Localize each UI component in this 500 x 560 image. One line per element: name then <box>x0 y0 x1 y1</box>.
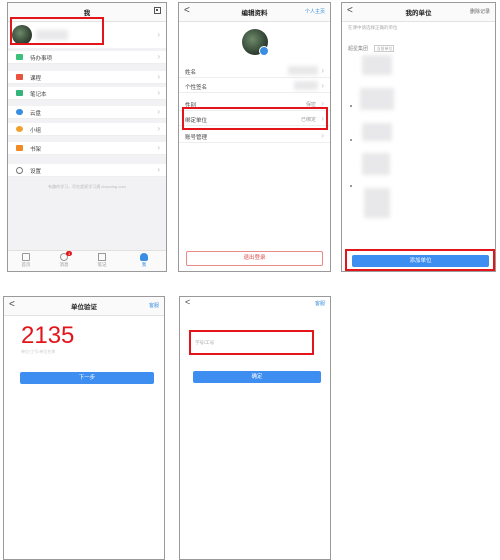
chevron-right-icon: › <box>321 131 324 140</box>
back-arrow-icon[interactable]: < <box>185 297 190 307</box>
delete-records-link[interactable]: 删除记录 <box>470 8 490 15</box>
group-icon <box>16 126 23 132</box>
footer-slogan: 有趣的学习，尽在超星学习通 chaoxing.com <box>48 184 126 189</box>
chevron-right-icon: › <box>157 165 160 174</box>
id-header: < 客服 <box>180 297 330 309</box>
current-unit-badge: 当前单位 <box>374 45 395 52</box>
unit-code-input[interactable]: 2135 单位/工号/单位名称 <box>21 322 151 355</box>
me-title: 我 <box>83 10 91 17</box>
unit-list-blurred-3 <box>362 123 392 141</box>
current-unit-row[interactable]: 超星集团 当前单位 <box>348 37 395 55</box>
home-icon <box>22 253 30 261</box>
field-label: 个性签名 <box>185 85 208 91</box>
signature-value-blurred <box>294 81 318 90</box>
chevron-right-icon: › <box>157 72 160 81</box>
qr-code-icon[interactable] <box>154 7 161 14</box>
logout-button[interactable]: 退出登录 <box>186 251 323 266</box>
unit-list-blurred-5 <box>364 188 390 218</box>
personal-homepage-link[interactable]: 个人主页 <box>305 8 325 15</box>
tab-label: 首页 <box>21 262 31 267</box>
customer-service-link[interactable]: 客服 <box>149 302 159 309</box>
pencil-icon <box>98 253 106 261</box>
tab-home[interactable]: 首页 <box>16 253 36 268</box>
unit-code-placeholder: 单位/工号/单位名称 <box>21 349 56 354</box>
unit-code-value: 2135 <box>21 322 75 349</box>
units-hint: 在课中请选择正确的单位 <box>348 25 398 30</box>
screen-my-units: < 我的单位 删除记录 在课中请选择正确的单位 超星集团 当前单位 添加单位 <box>341 2 496 272</box>
menu-item-course[interactable]: 课程 › <box>8 71 166 84</box>
menu-label: 小组 <box>30 128 42 134</box>
field-signature[interactable]: 个性签名 › <box>179 80 330 93</box>
chevron-right-icon: › <box>321 66 324 75</box>
tab-messages[interactable]: 消息 1 <box>54 251 74 268</box>
chevron-right-icon: › <box>157 143 160 152</box>
verify-header: < 单位验证 客服 <box>4 297 164 316</box>
unit-list-bullet <box>350 105 352 107</box>
cloud-icon <box>16 109 23 115</box>
menu-item-cloud[interactable]: 云盘 › <box>8 106 166 119</box>
screen-edit-profile: < 编辑资料 个人主页 姓名 › 个性签名 › 性别 保密 › 绑定单位 已绑定… <box>178 2 331 272</box>
screen-me: 我 › 待办事项 › 课程 › 笔记本 › 云盘 › 小组 › 书架 › 设置 … <box>7 2 167 272</box>
student-id-input[interactable]: 学号/工号 <box>189 330 314 355</box>
menu-label: 课程 <box>30 76 42 82</box>
screen-unit-verify: < 单位验证 客服 2135 单位/工号/单位名称 下一步 <box>3 296 165 560</box>
unit-list-bullet <box>350 139 352 141</box>
edit-header: < 编辑资料 个人主页 <box>179 3 330 22</box>
screen-enter-id: < 客服 学号/工号 确定 <box>179 296 331 560</box>
unit-list-bullet <box>350 185 352 187</box>
menu-item-todo[interactable]: 待办事项 › <box>8 51 166 64</box>
unit-list-blurred-1 <box>362 55 392 75</box>
person-icon <box>140 253 148 261</box>
confirm-button[interactable]: 确定 <box>193 371 321 383</box>
camera-icon <box>259 46 269 56</box>
todo-icon <box>16 54 23 60</box>
highlight-profile <box>10 17 104 45</box>
chevron-right-icon: › <box>157 124 160 133</box>
verify-title: 单位验证 <box>71 304 97 311</box>
unit-name: 超星集团 <box>348 46 369 52</box>
highlight-bind-unit <box>182 107 328 130</box>
chevron-right-icon: › <box>157 88 160 97</box>
course-icon <box>16 74 23 80</box>
menu-label: 书架 <box>30 147 42 153</box>
unit-list-blurred-4 <box>362 153 390 175</box>
next-button[interactable]: 下一步 <box>20 372 154 384</box>
tab-label: 笔记 <box>97 262 107 267</box>
menu-item-bookshelf[interactable]: 书架 › <box>8 142 166 155</box>
bookshelf-icon <box>16 145 23 151</box>
menu-label: 笔记本 <box>30 92 47 98</box>
field-label: 姓名 <box>185 70 197 76</box>
tab-label: 我 <box>141 262 147 267</box>
menu-item-settings[interactable]: 设置 › <box>8 164 166 177</box>
profile-avatar[interactable] <box>242 29 269 56</box>
name-value-blurred <box>288 66 318 75</box>
menu-label: 待办事项 <box>30 56 53 62</box>
chevron-right-icon: › <box>157 30 160 39</box>
field-label: 账号管理 <box>185 135 208 141</box>
menu-label: 设置 <box>30 169 42 175</box>
field-account[interactable]: 账号管理 › <box>179 130 330 143</box>
highlight-add-unit <box>345 249 495 271</box>
student-id-placeholder: 学号/工号 <box>195 340 215 345</box>
menu-item-notebook[interactable]: 笔记本 › <box>8 87 166 100</box>
chevron-right-icon: › <box>157 107 160 116</box>
chevron-right-icon: › <box>321 81 324 90</box>
field-name[interactable]: 姓名 › <box>179 65 330 78</box>
unread-badge: 1 <box>66 251 73 256</box>
tab-notes[interactable]: 笔记 <box>92 253 112 268</box>
menu-label: 云盘 <box>30 111 42 117</box>
tab-label: 消息 <box>59 262 69 267</box>
gear-icon <box>16 167 23 174</box>
menu-item-group[interactable]: 小组 › <box>8 123 166 136</box>
chevron-right-icon: › <box>157 52 160 61</box>
units-header: < 我的单位 删除记录 <box>342 3 495 22</box>
customer-service-link[interactable]: 客服 <box>315 300 325 307</box>
tab-me[interactable]: 我 <box>134 253 154 268</box>
tab-bar: 首页 消息 1 笔记 我 <box>8 250 166 271</box>
unit-list-blurred-2 <box>360 88 394 110</box>
notebook-icon <box>16 90 23 96</box>
